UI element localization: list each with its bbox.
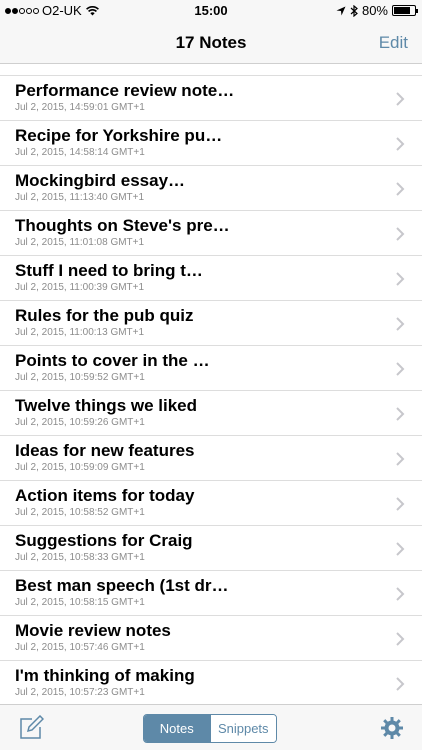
location-arrow-icon [336, 6, 346, 15]
notes-rows: Performance review note… Jul 2, 2015, 14:… [0, 76, 422, 704]
note-title: Best man speech (1st dr… [15, 576, 229, 595]
note-title: Recipe for Yorkshire pu… [15, 126, 223, 145]
list-item[interactable]: Best man speech (1st dr… Jul 2, 2015, 10:… [0, 571, 422, 616]
list-item[interactable]: Ideas for new features Jul 2, 2015, 10:59… [0, 436, 422, 481]
note-date: Jul 2, 2015, 11:00:39 GMT+1 [15, 282, 145, 293]
status-right: 80% [336, 3, 418, 18]
note-title: Rules for the pub quiz [15, 306, 194, 325]
chevron-right-icon [396, 677, 405, 691]
segment-notes[interactable]: Notes [144, 715, 210, 742]
edit-button[interactable]: Edit [379, 33, 408, 53]
status-bar: O2-UK 15:00 80% [0, 0, 422, 22]
list-item[interactable]: Action items for today Jul 2, 2015, 10:58… [0, 481, 422, 526]
chevron-right-icon [396, 497, 405, 511]
note-date: Jul 2, 2015, 10:58:15 GMT+1 [15, 597, 145, 608]
note-date: Jul 2, 2015, 14:58:14 GMT+1 [15, 147, 145, 158]
battery-level [394, 7, 410, 14]
note-title: Points to cover in the … [15, 351, 210, 370]
note-date: Jul 2, 2015, 10:57:23 GMT+1 [15, 687, 145, 698]
chevron-right-icon [396, 362, 405, 376]
chevron-right-icon [396, 407, 405, 421]
chevron-right-icon [396, 137, 405, 151]
note-title: I'm thinking of making [15, 666, 195, 685]
note-title: Stuff I need to bring t… [15, 261, 203, 280]
notes-snippets-segmented-control[interactable]: Notes Snippets [143, 714, 277, 743]
chevron-right-icon [396, 452, 405, 466]
list-item[interactable]: Rules for the pub quiz Jul 2, 2015, 11:00… [0, 301, 422, 346]
note-title: Thoughts on Steve's pre… [15, 216, 230, 235]
note-title: Twelve things we liked [15, 396, 198, 415]
list-item[interactable]: Twelve things we liked Jul 2, 2015, 10:59… [0, 391, 422, 436]
note-date: Jul 2, 2015, 11:00:13 GMT+1 [15, 327, 145, 338]
chevron-right-icon [396, 587, 405, 601]
chevron-right-icon [396, 542, 405, 556]
note-date: Jul 2, 2015, 14:59:01 GMT+1 [15, 102, 145, 113]
bluetooth-icon [350, 4, 358, 17]
segment-snippets[interactable]: Snippets [209, 715, 276, 742]
chevron-right-icon [396, 317, 405, 331]
note-date: Jul 2, 2015, 11:13:40 GMT+1 [15, 192, 145, 203]
chevron-right-icon [396, 632, 405, 646]
note-title: Performance review note… [15, 81, 235, 100]
list-item[interactable]: Mockingbird essay… Jul 2, 2015, 11:13:40 … [0, 166, 422, 211]
gear-icon[interactable] [380, 716, 404, 740]
note-title: Ideas for new features [15, 441, 195, 460]
note-date: Jul 2, 2015, 10:59:52 GMT+1 [15, 372, 145, 383]
compose-icon[interactable] [18, 715, 44, 741]
note-title: Suggestions for Craig [15, 531, 193, 550]
note-date: Jul 2, 2015, 10:59:09 GMT+1 [15, 462, 145, 473]
chevron-right-icon [396, 272, 405, 286]
note-title: Mockingbird essay… [15, 171, 186, 190]
note-date: Jul 2, 2015, 10:58:52 GMT+1 [15, 507, 145, 518]
list-item[interactable]: Stuff I need to bring t… Jul 2, 2015, 11:… [0, 256, 422, 301]
list-item[interactable]: Recipe for Yorkshire pu… Jul 2, 2015, 14:… [0, 121, 422, 166]
chevron-right-icon [396, 227, 405, 241]
battery-icon [392, 5, 418, 16]
note-date: Jul 2, 2015, 10:57:46 GMT+1 [15, 642, 145, 653]
battery-percent: 80% [361, 3, 388, 18]
list-item[interactable]: Suggestions for Craig Jul 2, 2015, 10:58:… [0, 526, 422, 571]
note-date: Jul 2, 2015, 10:58:33 GMT+1 [15, 552, 145, 563]
page-title: 17 Notes [175, 33, 247, 52]
chevron-right-icon [396, 182, 405, 196]
navigation-bar: 17 Notes Edit [0, 22, 422, 64]
note-date: Jul 2, 2015, 10:59:26 GMT+1 [15, 417, 145, 428]
note-title: Action items for today [15, 486, 195, 505]
bottom-toolbar: Notes Snippets [0, 704, 422, 750]
list-item[interactable]: Thoughts on Steve's pre… Jul 2, 2015, 11:… [0, 211, 422, 256]
chevron-right-icon [396, 92, 405, 106]
list-item[interactable]: Performance review note… Jul 2, 2015, 14:… [0, 76, 422, 121]
list-item[interactable]: I'm thinking of making Jul 2, 2015, 10:57… [0, 661, 422, 704]
notes-list[interactable]: Performance review note… Jul 2, 2015, 14:… [0, 64, 422, 704]
list-top-separator [0, 64, 422, 76]
list-item[interactable]: Movie review notes Jul 2, 2015, 10:57:46 … [0, 616, 422, 661]
note-date: Jul 2, 2015, 11:01:08 GMT+1 [15, 237, 145, 248]
note-title: Movie review notes [15, 621, 171, 640]
list-item[interactable]: Points to cover in the … Jul 2, 2015, 10:… [0, 346, 422, 391]
